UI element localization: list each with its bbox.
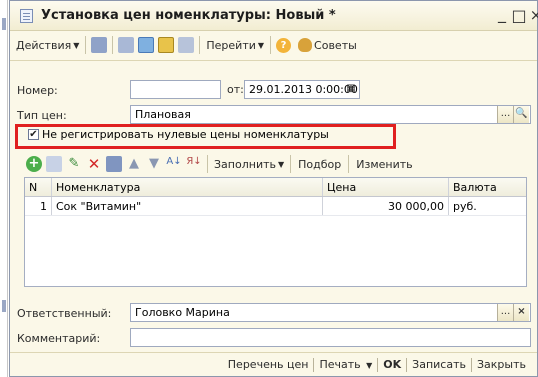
price-type-value: Плановая: [135, 108, 191, 121]
left-edge-strip: [0, 0, 8, 377]
copy-row-icon[interactable]: [46, 156, 62, 172]
column-header-item[interactable]: Номенклатура: [52, 178, 323, 196]
cell-n[interactable]: 1: [25, 197, 52, 215]
table-row[interactable]: 1 Сок "Витамин" 30 000,00 руб.: [25, 197, 526, 216]
change-button[interactable]: Изменить: [352, 158, 416, 171]
cell-item[interactable]: Сок "Витамин": [52, 197, 323, 215]
number-field[interactable]: [130, 80, 221, 99]
print-icon[interactable]: [118, 37, 135, 53]
sort-desc-icon[interactable]: Я↓: [186, 156, 202, 172]
select-button[interactable]: ...: [497, 106, 513, 123]
price-type-label: Тип цен:: [17, 109, 67, 122]
column-header-n[interactable]: N: [25, 178, 52, 196]
goto-menu[interactable]: Перейти ▼: [203, 34, 267, 56]
window-title: Установка цен номенклатуры: Новый *: [41, 8, 336, 23]
chevron-down-icon: ▼: [73, 40, 80, 50]
comment-field[interactable]: [130, 328, 531, 347]
goods-table: N Номенклатура Цена Валюта 1 Сок "Витами…: [24, 177, 527, 287]
chevron-down-icon: ▼: [277, 159, 285, 169]
left-edge-marker: [2, 18, 6, 30]
move-down-icon[interactable]: ▼: [146, 156, 162, 172]
price-list-button[interactable]: Перечень цен: [223, 358, 314, 371]
advice-button[interactable]: Советы: [293, 34, 360, 56]
fill-menu[interactable]: Заполнить ▼: [211, 153, 287, 175]
end-edit-icon[interactable]: [106, 156, 122, 172]
post-icon[interactable]: [91, 37, 108, 53]
calendar-icon[interactable]: ▦: [343, 81, 359, 98]
close-button[interactable]: ×: [527, 6, 538, 24]
refresh-icon[interactable]: [138, 37, 155, 53]
date-value: 29.01.2013 0:00:00: [249, 83, 358, 96]
table-header: N Номенклатура Цена Валюта: [25, 178, 526, 197]
number-label: Номер:: [17, 84, 58, 97]
edit-icon[interactable]: ✎: [66, 156, 82, 172]
minimize-button[interactable]: _: [493, 4, 511, 23]
sort-asc-icon[interactable]: А↓: [166, 156, 182, 172]
left-edge-marker: [2, 300, 6, 312]
lightbulb-icon: [298, 38, 313, 52]
clear-icon[interactable]: ×: [513, 304, 529, 321]
cell-currency[interactable]: руб.: [449, 197, 526, 215]
toolbar-separator: [270, 36, 272, 54]
toolbar-separator: [112, 36, 114, 54]
close-form-button[interactable]: Закрыть: [472, 358, 531, 371]
column-header-price[interactable]: Цена: [323, 178, 449, 196]
document-icon: [20, 9, 33, 23]
actions-menu[interactable]: Действия ▼: [13, 34, 82, 56]
help-icon[interactable]: ?: [276, 37, 292, 53]
structure-icon[interactable]: [158, 37, 175, 53]
table-toolbar: + ✎ ✕ ▲ ▼ А↓ Я↓ Заполнить ▼ Подбор Измен…: [24, 153, 417, 175]
pick-button[interactable]: Подбор: [294, 158, 345, 171]
title-bar: Установка цен номенклатуры: Новый * _ □ …: [10, 1, 538, 31]
delete-icon[interactable]: ✕: [86, 156, 102, 172]
bottom-bar: Перечень цен Печать ▼ OK Записать Закрыт…: [10, 352, 537, 376]
goto-label: Перейти: [206, 38, 256, 52]
advice-label: Советы: [314, 38, 357, 52]
toolbar-separator: [199, 36, 201, 54]
responsible-label: Ответственный:: [17, 307, 112, 320]
ok-button[interactable]: OK: [378, 358, 406, 371]
chevron-down-icon: ▼: [257, 40, 265, 50]
toolbar-separator: [290, 155, 292, 173]
toolbar-separator: [85, 36, 87, 54]
search-icon[interactable]: 🔍: [513, 106, 529, 123]
save-button[interactable]: Записать: [407, 358, 471, 371]
print-label: Печать: [319, 358, 361, 371]
comment-label: Комментарий:: [17, 332, 101, 345]
chevron-down-icon: ▼: [366, 361, 373, 370]
maximize-button[interactable]: □: [510, 6, 528, 25]
select-button[interactable]: ...: [497, 304, 513, 321]
document-window: Установка цен номенклатуры: Новый * _ □ …: [9, 0, 538, 377]
fill-label: Заполнить: [214, 157, 276, 171]
actions-label: Действия: [16, 38, 72, 52]
move-up-icon[interactable]: ▲: [126, 156, 142, 172]
date-label: от:: [227, 83, 244, 96]
divider: [10, 60, 537, 61]
toolbar-separator: [348, 155, 350, 173]
responsible-value: Головко Марина: [135, 306, 230, 319]
toolbar-separator: [207, 155, 208, 173]
cell-price[interactable]: 30 000,00: [323, 197, 449, 215]
responsible-field[interactable]: Головко Марина: [130, 303, 531, 322]
column-header-currency[interactable]: Валюта: [449, 178, 526, 196]
add-row-icon[interactable]: +: [26, 156, 42, 172]
main-toolbar: Действия ▼ Перейти ▼ ? Советы: [10, 32, 537, 58]
journal-icon[interactable]: [178, 37, 195, 53]
highlight-frame: [15, 124, 396, 149]
price-type-field[interactable]: Плановая: [130, 105, 531, 124]
print-menu[interactable]: Печать ▼: [314, 358, 377, 371]
